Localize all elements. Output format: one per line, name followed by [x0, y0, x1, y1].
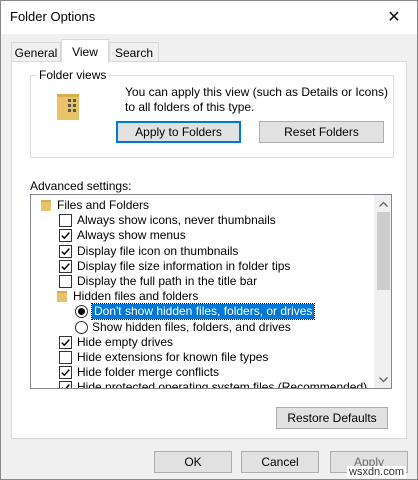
tab-general[interactable]: General — [11, 42, 61, 62]
tree-scrollbar[interactable] — [374, 195, 391, 388]
folder-views-label: Folder views — [37, 68, 109, 82]
apply-to-folders-button[interactable]: Apply to Folders — [116, 121, 241, 143]
checkbox-checked-icon[interactable] — [59, 244, 72, 258]
tree-item-label: Hide extensions for known file types — [77, 350, 269, 364]
view-tab-panel: Folder views You can apply this view (su… — [11, 61, 407, 439]
advanced-settings-tree[interactable]: Files and Folders Always show icons, neve… — [30, 194, 392, 389]
tree-item-label: Display file size information in folder … — [77, 258, 291, 273]
title-bar[interactable]: Folder Options ✕ — [1, 1, 417, 34]
radio-unselected-icon[interactable] — [75, 320, 88, 334]
watermark: wsxdn.com — [347, 466, 407, 478]
tree-checkbox-item[interactable]: Hide folder merge conflicts — [31, 365, 371, 380]
tab-view[interactable]: View — [61, 39, 109, 63]
tree-checkbox-item[interactable]: Hide extensions for known file types — [31, 350, 371, 365]
tab-search[interactable]: Search — [109, 42, 159, 62]
tree-radio-item[interactable]: Show hidden files, folders, and drives — [31, 320, 371, 335]
tree-checkbox-item[interactable]: Display the full path in the title bar — [31, 274, 371, 289]
tree-item-label: Files and Folders — [57, 198, 150, 212]
tree-item-label: Don't show hidden files, folders, or dri… — [90, 303, 316, 321]
tree-checkbox-item[interactable]: Hide protected operating system files (R… — [31, 380, 371, 389]
checkbox-checked-icon[interactable] — [59, 381, 72, 388]
radio-selected-icon[interactable] — [75, 305, 88, 319]
tree-item-label: Display the full path in the title bar — [77, 274, 258, 288]
scroll-thumb[interactable] — [377, 212, 390, 290]
folder-icon — [57, 291, 67, 303]
tree-checkbox-item[interactable]: Always show menus — [31, 228, 371, 243]
checkbox-checked-icon[interactable] — [59, 259, 72, 273]
checkbox-checked-icon[interactable] — [59, 366, 72, 380]
tree-checkbox-item[interactable]: Hide empty drives — [31, 335, 371, 350]
tree-item-label: Hide empty drives — [77, 334, 174, 349]
cancel-button[interactable]: Cancel — [241, 451, 319, 473]
scroll-up-arrow-icon[interactable] — [375, 195, 391, 212]
close-button[interactable]: ✕ — [371, 1, 417, 33]
tree-item-label: Hide folder merge conflicts — [77, 365, 220, 380]
checkbox-checked-icon[interactable] — [59, 335, 72, 349]
tree-radio-item[interactable]: Don't show hidden files, folders, or dri… — [31, 303, 371, 321]
tree-folder: Files and Folders — [31, 198, 371, 213]
tree-checkbox-item[interactable]: Display file size information in folder … — [31, 259, 371, 274]
folder-views-icon — [57, 94, 79, 120]
tree-checkbox-item[interactable]: Display file icon on thumbnails — [31, 244, 371, 259]
tree-item-label: Display file icon on thumbnails — [77, 243, 239, 258]
tree-item-label: Always show icons, never thumbnails — [77, 213, 276, 228]
tree-item-label: Hide protected operating system files (R… — [77, 380, 368, 389]
window-title: Folder Options — [10, 9, 96, 24]
checkbox-unchecked-icon[interactable] — [59, 214, 72, 228]
folder-views-description: You can apply this view (such as Details… — [125, 85, 389, 114]
folder-options-window: Folder Options ✕ General View Search Fol… — [0, 0, 418, 480]
advanced-settings-label: Advanced settings: — [30, 179, 132, 193]
tree-item-label: Hidden files and folders — [73, 289, 199, 304]
folder-icon — [41, 200, 51, 211]
close-icon: ✕ — [387, 9, 401, 26]
checkbox-unchecked-icon[interactable] — [59, 275, 72, 288]
tree-folder: Hidden files and folders — [31, 289, 371, 304]
tree-item-label: Show hidden files, folders, and drives — [92, 319, 291, 334]
checkbox-checked-icon[interactable] — [59, 229, 72, 243]
restore-defaults-button[interactable]: Restore Defaults — [276, 407, 388, 429]
folder-views-group: Folder views You can apply this view (su… — [30, 68, 394, 158]
ok-button[interactable]: OK — [154, 451, 232, 473]
scroll-down-arrow-icon[interactable] — [375, 371, 391, 388]
checkbox-unchecked-icon[interactable] — [59, 351, 72, 364]
tree-checkbox-item[interactable]: Always show icons, never thumbnails — [31, 213, 371, 228]
tree-item-label: Always show menus — [77, 228, 186, 243]
reset-folders-button[interactable]: Reset Folders — [259, 121, 384, 143]
